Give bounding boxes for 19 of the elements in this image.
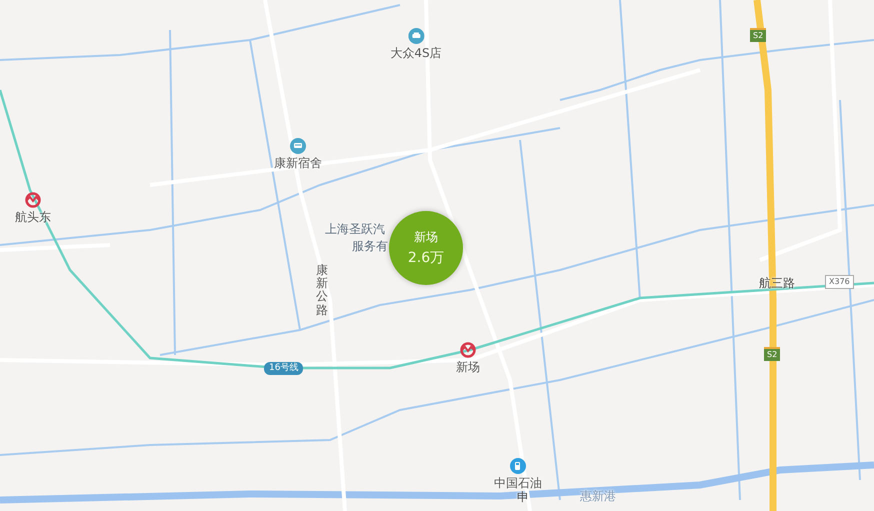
cluster-name: 新场 — [414, 229, 438, 246]
metro-icon — [460, 342, 476, 358]
fuel-pump-icon — [510, 458, 526, 474]
metro-icon — [25, 192, 41, 208]
road-shield: S2 — [750, 28, 766, 42]
place-label: 中国石油 — [494, 475, 542, 491]
place-label: 康新宿舍 — [274, 155, 322, 172]
place-label: 服务有 — [352, 239, 388, 253]
road-shield: X376 — [825, 275, 854, 289]
metro-line-badge: 16号线 — [264, 362, 304, 375]
cluster-count: 2.6万 — [408, 249, 444, 267]
road-shield: S2 — [764, 347, 780, 361]
bed-icon — [290, 138, 306, 154]
cluster-marker[interactable]: 新场 2.6万 — [389, 211, 463, 285]
road-label: 康新公路 — [316, 264, 328, 317]
place-label: 上海圣跃汽 — [325, 222, 385, 236]
car-icon — [408, 28, 424, 44]
place-label: 大众4S店 — [390, 45, 442, 62]
place-label: 新场 — [456, 359, 480, 376]
